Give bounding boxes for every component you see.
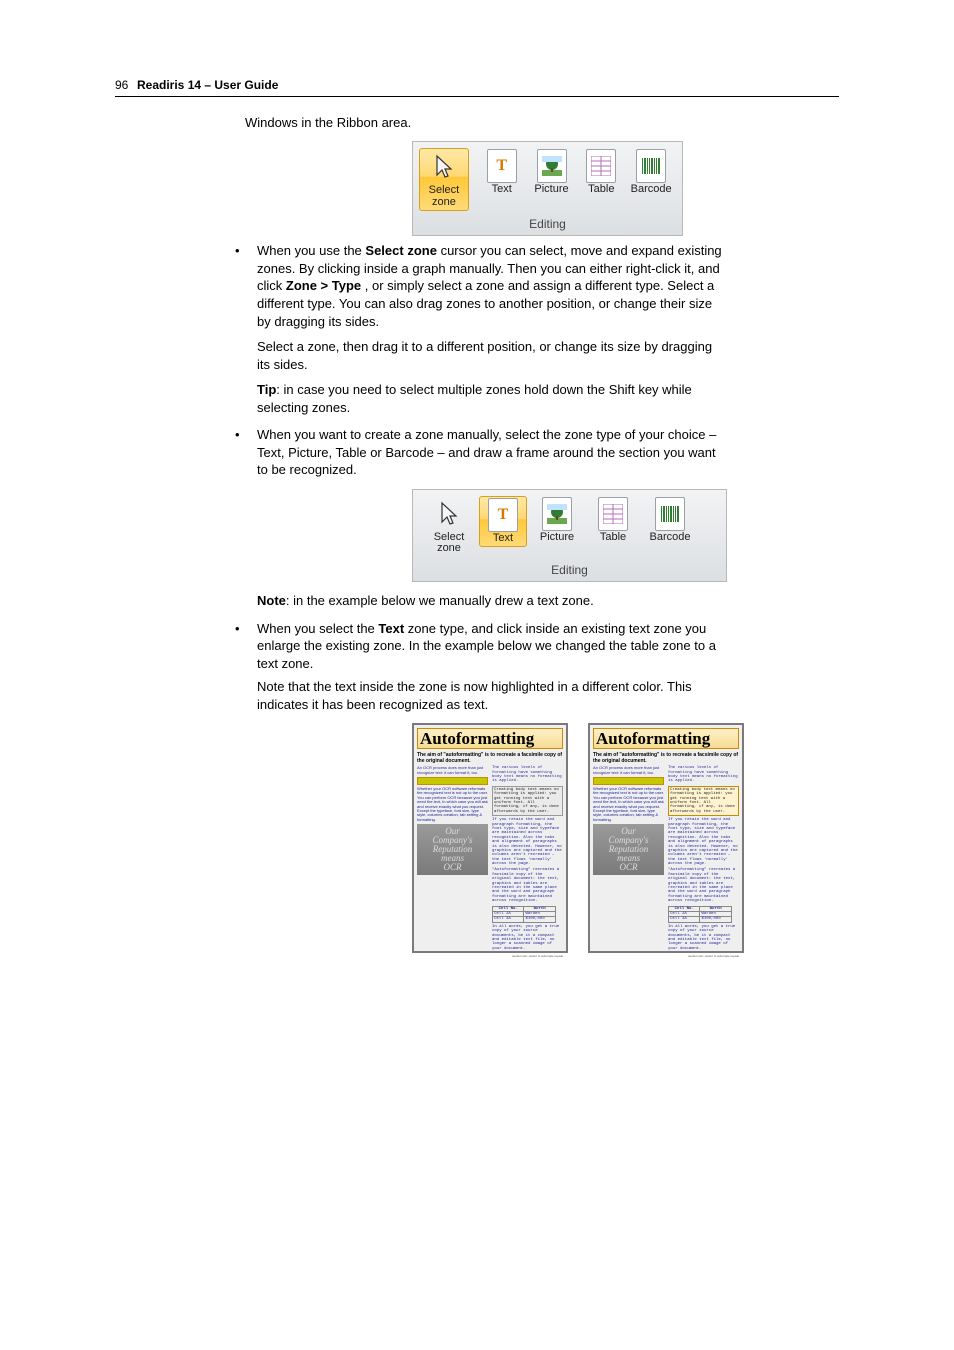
af-right-box-r: Creating body text means no formatting i… [668,786,739,816]
ribbon-label-select-zone: Select zone [429,185,460,208]
ribbon2-btn-select-zone[interactable]: Select zone [419,496,479,557]
af-gray-4r: OCR [593,863,664,872]
af-table: Cell No.Worth Cell 2AWarden Cell 3A$100,… [492,906,556,923]
ribbon-editing-1: Select zone T Text [412,141,683,236]
table-icon [585,150,617,182]
ribbon2-label-select-zone: Select zone [434,532,465,555]
af-r2c1r: Cell 3A [669,917,700,922]
ribbon2-btn-text[interactable]: T Text [479,496,527,548]
af-green-bar-r [593,777,664,785]
pointer-icon [428,151,460,183]
b1-p1a: When you use the [257,243,365,258]
pointer-icon [433,498,465,530]
b2-note-b: Note [257,593,286,608]
bullet-3: • When you select the Text zone type, an… [235,620,839,714]
af-title-text: Autoformatting [420,730,560,747]
barcode-icon [635,150,667,182]
ribbon-label-text: Text [492,184,512,196]
af-left-l1-r: An OCR process does more than just recog… [593,766,664,775]
af-left-l1: An OCR process does more than just recog… [417,766,488,775]
af-title-zone: Autoformatting [417,728,563,749]
af-footer-small-r: section two: power to automate repeat [593,955,739,958]
b1-note: : in case you need to select multiple zo… [257,382,692,415]
ribbon2-label-text: Text [493,533,513,545]
af-left-l2-r: Whether your OCR software reformats the … [593,787,664,822]
b1-p2: Select a zone, then drag it to a differe… [257,339,712,372]
b1-note-tip: Tip [257,382,276,397]
af-title-zone-r: Autoformatting [593,728,739,749]
af-r2c2r: $100,000 [700,917,731,922]
af-gray-4: OCR [417,863,488,872]
ribbon-btn-barcode[interactable]: Barcode [626,148,676,198]
af-footer-small: section two: power to automate repeat [417,955,563,958]
b1-p1d: Zone > Type [286,278,361,293]
ribbon-label-table: Table [588,184,614,196]
af-subtitle-r: The aim of "autoformatting" is to recrea… [593,753,739,764]
text-icon: T [487,499,519,531]
ribbon-editing-2: Select zone T Text [412,489,727,582]
af-green-bar [417,777,488,785]
af-right-l1: The various levels of formatting have so… [492,766,563,784]
af-right-l2-r: If you retain the word and paragraph for… [668,818,739,866]
bullet-dot-icon: • [235,242,257,416]
autoformatting-figure: Autoformatting The aim of "autoformattin… [412,723,839,953]
af-tail: In all words, you get a true copy of you… [492,925,563,951]
ribbon-btn-picture[interactable]: Picture [527,148,577,198]
ribbon-group-label-1: Editing [419,217,676,231]
af-graybox-left: Our Company's Reputation means OCR [417,824,488,875]
ribbon2-btn-barcode[interactable]: Barcode [639,496,701,546]
ribbon2-label-barcode: Barcode [650,532,691,544]
af-tail-r: In all words, you get a true copy of you… [668,925,739,951]
af-left-l2: Whether your OCR software reformats the … [417,787,488,822]
af-right-l3: "Autoformatting" recreates a facsimile c… [492,868,563,903]
picture-icon [536,150,568,182]
page-header: 96 Readiris 14 – User Guide [115,80,839,97]
ribbon-label-picture: Picture [534,184,568,196]
af-right-box: Creating body text means no formatting i… [492,786,563,816]
af-r2c2: $100,000 [524,917,555,922]
af-title-text-r: Autoformatting [596,730,736,747]
ribbon2-btn-table[interactable]: Table [587,496,639,546]
b2-note: : in the example below we manually drew … [286,593,594,608]
ribbon2-label-picture: Picture [540,532,574,544]
b3-p1a: When you select the [257,621,378,636]
bullet-dot-icon: • [235,426,257,479]
page-number: 96 [115,78,128,92]
autofmt-page-right: Autoformatting The aim of "autoformattin… [588,723,744,953]
text-icon: T [486,150,518,182]
picture-icon [541,498,573,530]
af-right-l2: If you retain the word and paragraph for… [492,818,563,866]
b2-p1: When you want to create a zone manually,… [257,427,716,477]
ribbon-group-label-2: Editing [419,563,720,577]
bullet-2-note: • Note: in the example below we manually… [235,592,839,610]
af-graybox-right: Our Company's Reputation means OCR [593,824,664,875]
table-icon [597,498,629,530]
af-r2c1: Cell 3A [493,917,524,922]
b1-p1b: Select zone [365,243,437,258]
ribbon-btn-select-zone[interactable]: Select zone [419,148,469,211]
barcode-icon [654,498,686,530]
bullet-2: • When you want to create a zone manuall… [235,426,839,479]
autofmt-page-left: Autoformatting The aim of "autoformattin… [412,723,568,953]
ribbon2-label-table: Table [600,532,626,544]
bullet-1: • When you use the Select zone cursor yo… [235,242,839,416]
ribbon-btn-text[interactable]: T Text [477,148,527,198]
bullet-dot-icon: • [235,620,257,714]
ribbon2-btn-picture[interactable]: Picture [527,496,587,546]
af-right-l1-r: The various levels of formatting have so… [668,766,739,784]
intro-text: Windows in the Ribbon area. [245,115,839,131]
ribbon-label-barcode: Barcode [631,184,672,196]
header-title: Readiris 14 – User Guide [137,78,278,92]
b3-p1b: Text [378,621,404,636]
af-right-l3-r: "Autoformatting" recreates a facsimile c… [668,868,739,903]
ribbon-btn-table[interactable]: Table [576,148,626,198]
af-table-r: Cell No.Worth Cell 2AWarden Cell 3A$100,… [668,906,732,923]
af-subtitle: The aim of "autoformatting" is to recrea… [417,753,563,764]
b3-note: Note that the text inside the zone is no… [257,679,692,712]
